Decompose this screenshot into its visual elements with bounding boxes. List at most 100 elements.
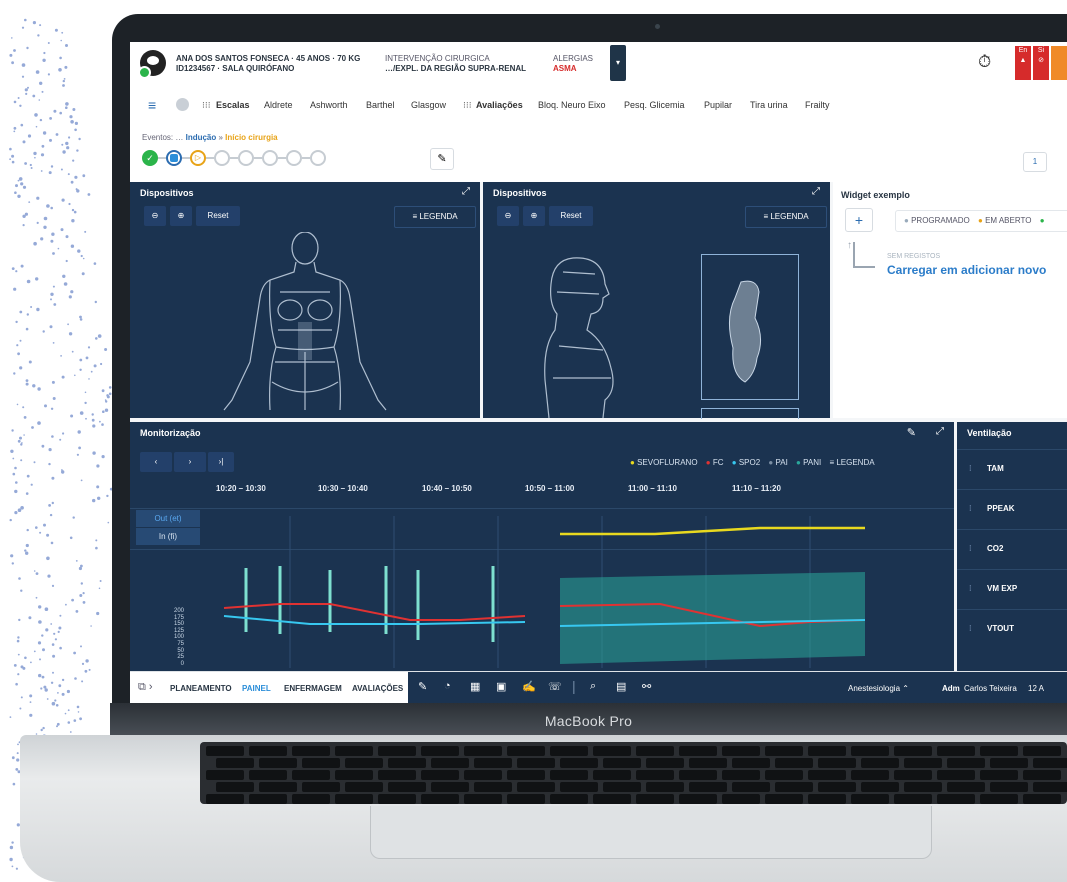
expand-icon[interactable]: ⤢ bbox=[462, 186, 470, 197]
keyboard-key bbox=[421, 770, 459, 780]
tab-enfermagem[interactable]: ENFERMAGEM bbox=[284, 684, 342, 693]
nav-pesq-glicemia[interactable]: Pesq. Glicemia bbox=[624, 100, 685, 110]
decor-dot bbox=[64, 282, 68, 286]
status-em-aberto[interactable]: EM ABERTO bbox=[985, 216, 1031, 225]
legend-spo2[interactable]: SPO2 bbox=[739, 458, 760, 467]
alert-button-si[interactable]: Si ⊘ bbox=[1033, 46, 1049, 80]
vent-row-co2[interactable]: ⁞ CO2 bbox=[957, 529, 1067, 570]
event-step-current[interactable] bbox=[166, 150, 182, 166]
decor-dot bbox=[11, 155, 14, 158]
decor-dot bbox=[81, 582, 83, 584]
tab-avaliacoes[interactable]: AVALIAÇÕES bbox=[352, 684, 403, 693]
event-step[interactable] bbox=[310, 150, 326, 166]
vent-row-vtout[interactable]: ⁞ VTOUT bbox=[957, 609, 1067, 650]
head-side-figure[interactable] bbox=[533, 250, 623, 418]
link-icon[interactable]: ⚯ bbox=[642, 680, 651, 693]
last-button[interactable]: ›| bbox=[208, 452, 234, 472]
event-step[interactable] bbox=[262, 150, 278, 166]
menu-icon[interactable]: ≡ bbox=[148, 97, 156, 113]
nav-pupilar[interactable]: Pupilar bbox=[704, 100, 732, 110]
zoom-out-icon[interactable]: ⊖ bbox=[144, 206, 166, 226]
vent-row-vm-exp[interactable]: ⁞ VM EXP bbox=[957, 569, 1067, 610]
monitoring-chart[interactable] bbox=[130, 508, 954, 671]
nav-barthel[interactable]: Barthel bbox=[366, 100, 395, 110]
decor-dot bbox=[89, 669, 91, 671]
user-name[interactable]: Carlos Teixeira bbox=[964, 684, 1017, 693]
tab-planeamento[interactable]: PLANEAMENTO bbox=[170, 684, 232, 693]
calendar-check-icon[interactable]: ▣ bbox=[496, 680, 506, 693]
tab-painel[interactable]: PAINEL bbox=[242, 684, 271, 693]
expand-icon[interactable]: ⤢ bbox=[812, 186, 820, 197]
reset-button[interactable]: Reset bbox=[549, 206, 593, 226]
event-step-done-icon[interactable]: ✓ bbox=[142, 150, 158, 166]
document-icon[interactable]: ▤ bbox=[616, 680, 626, 693]
expand-icon[interactable]: ⤢ bbox=[936, 426, 944, 437]
decor-dot bbox=[18, 508, 22, 512]
body-front-figure[interactable] bbox=[210, 232, 400, 418]
edit-icon[interactable]: ✎ bbox=[430, 148, 454, 170]
search-icon[interactable]: ⌕ bbox=[590, 680, 596, 693]
timer-icon[interactable]: ⏱ bbox=[978, 52, 991, 72]
decor-dot bbox=[17, 673, 19, 675]
add-button[interactable]: + bbox=[845, 208, 873, 232]
nav-aldrete[interactable]: Aldrete bbox=[264, 100, 293, 110]
nav-ashworth[interactable]: Ashworth bbox=[310, 100, 348, 110]
event-start-link[interactable]: Início cirurgia bbox=[225, 133, 277, 142]
clock-icon[interactable]: ◔ bbox=[444, 680, 451, 692]
legend-pai[interactable]: PAI bbox=[776, 458, 788, 467]
syringe-icon[interactable]: ✎ bbox=[418, 680, 427, 693]
specialty-select[interactable]: Anestesiologia ⌃ bbox=[848, 684, 909, 693]
decor-dot bbox=[92, 413, 94, 415]
nav-tira-urina[interactable]: Tira urina bbox=[750, 100, 788, 110]
nav-bloq-neuro-eixo[interactable]: Bloq. Neuro Eixo bbox=[538, 100, 606, 110]
torso-detail-figure[interactable] bbox=[721, 278, 777, 388]
status-filter[interactable]: ● PROGRAMADO ● EM ABERTO ● bbox=[895, 210, 1067, 232]
legend-dropdown[interactable]: ≡ LEGENDA bbox=[394, 206, 476, 228]
edit-icon[interactable]: ✎ bbox=[907, 426, 916, 439]
decor-dot bbox=[37, 387, 40, 390]
page-indicator[interactable]: 1 bbox=[1023, 152, 1047, 172]
nav-avaliacoes[interactable]: Avaliações bbox=[476, 100, 523, 110]
zoom-in-icon[interactable]: ⊕ bbox=[170, 206, 192, 226]
info-icon[interactable] bbox=[176, 98, 189, 111]
event-step-play-icon[interactable]: ▷ bbox=[190, 150, 206, 166]
calendar-icon[interactable]: ▦ bbox=[470, 680, 480, 693]
reset-button[interactable]: Reset bbox=[196, 206, 240, 226]
legend-dropdown[interactable]: ≡ LEGENDA bbox=[745, 206, 827, 228]
alert-button-en[interactable]: En ▲ bbox=[1015, 46, 1031, 80]
legend-fc[interactable]: FC bbox=[713, 458, 724, 467]
nav-escalas[interactable]: Escalas bbox=[216, 100, 250, 110]
legend-dropdown[interactable]: ≡ LEGENDA bbox=[829, 458, 874, 467]
legend-pani[interactable]: PANI bbox=[803, 458, 821, 467]
alert-button-extra[interactable] bbox=[1051, 46, 1067, 80]
event-step[interactable] bbox=[214, 150, 230, 166]
nav-glasgow[interactable]: Glasgow bbox=[411, 100, 446, 110]
zoom-out-icon[interactable]: ⊖ bbox=[497, 206, 519, 226]
status-programado[interactable]: PROGRAMADO bbox=[911, 216, 970, 225]
vent-row-tam[interactable]: ⁞ TAM bbox=[957, 449, 1067, 490]
nav-frailty[interactable]: Frailty bbox=[805, 100, 830, 110]
pen-icon[interactable]: ✍ bbox=[522, 680, 536, 693]
next-button[interactable]: › bbox=[174, 452, 206, 472]
patient-id: ID1234567 · SALA QUIRÓFANO bbox=[176, 64, 294, 73]
empty-action-link[interactable]: Carregar em adicionar novo bbox=[887, 263, 1046, 277]
patient-expand-button[interactable]: ▾ bbox=[610, 45, 626, 81]
decor-dot bbox=[33, 242, 37, 246]
decor-dot bbox=[83, 258, 85, 260]
trackpad[interactable] bbox=[370, 806, 932, 859]
decor-dot bbox=[79, 594, 82, 597]
legend-sevoflurano[interactable]: SEVOFLURANO bbox=[637, 458, 697, 467]
prev-button[interactable]: ‹ bbox=[140, 452, 172, 472]
decor-dot bbox=[10, 450, 13, 453]
decor-dot bbox=[53, 303, 56, 306]
keyboard-key bbox=[474, 758, 512, 768]
decor-dot bbox=[36, 70, 40, 74]
event-step[interactable] bbox=[286, 150, 302, 166]
event-step[interactable] bbox=[238, 150, 254, 166]
vent-row-ppeak[interactable]: ⁞ PPEAK bbox=[957, 489, 1067, 530]
phone-icon[interactable]: ☏ bbox=[548, 680, 562, 693]
alert-si-label: Si bbox=[1038, 47, 1044, 54]
sidebar-toggle-icon[interactable]: ⧉ › bbox=[138, 681, 153, 694]
event-induction-link[interactable]: Indução bbox=[186, 133, 217, 142]
zoom-in-icon[interactable]: ⊕ bbox=[523, 206, 545, 226]
